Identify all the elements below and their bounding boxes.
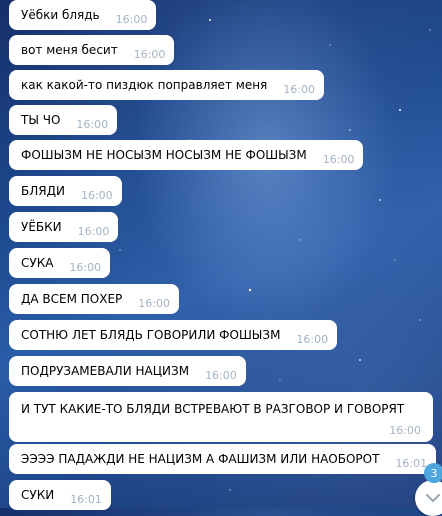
message-time: 16:00 <box>77 224 110 238</box>
message-text: СУКИ <box>21 488 55 502</box>
message-time: 16:00 <box>69 260 102 274</box>
chat-message-list[interactable]: Уёбки блядь 16:00 вот меня бесит 16:00 к… <box>0 0 442 510</box>
message-bubble[interactable]: СУКА 16:00 <box>9 248 111 278</box>
message-text: ПОДРУЗАМЕВАЛИ НАЦИЗМ <box>21 364 190 378</box>
message-text: Уёбки блядь <box>21 8 100 22</box>
message-bubble[interactable]: СУКИ 16:01 <box>9 480 111 510</box>
message-time: 16:00 <box>138 296 170 310</box>
message-text: ТЫ ЧО <box>21 113 61 127</box>
message-text: СОТНЮ ЛЕТ БЛЯДЬ ГОВОРИЛИ ФОШЫЗМ <box>21 328 281 342</box>
message-text: как какой-то пиздюк поправляет меня <box>21 78 268 92</box>
message-bubble[interactable]: Уёбки блядь 16:00 <box>9 0 157 30</box>
message-bubble[interactable]: ПОДРУЗАМЕВАЛИ НАЦИЗМ 16:00 <box>9 356 246 386</box>
chevron-down-icon <box>426 493 440 502</box>
message-text: УЁБКИ <box>21 220 62 234</box>
message-time: 16:01 <box>395 456 428 470</box>
message-time: 16:00 <box>133 47 166 61</box>
message-time: 16:00 <box>296 332 329 346</box>
message-text: ФОШЫЗМ НЕ НОСЫЗМ НОСЫЗМ НЕ ФОШЫЗМ <box>21 148 307 162</box>
scroll-to-bottom-button[interactable] <box>415 480 442 516</box>
message-time: 16:00 <box>322 152 355 166</box>
message-bubble[interactable]: ЭЭЭЭ ПАДАЖДИ НЕ НАЦИЗМ А ФАШИЗМ ИЛИ НАОБ… <box>9 444 437 474</box>
message-time: 16:01 <box>70 492 102 506</box>
message-text: И ТУТ КАКИЕ-ТО БЛЯДИ ВСТРЕВАЮТ В РАЗГОВО… <box>21 402 405 416</box>
message-time: 16:00 <box>389 424 421 437</box>
message-text: вот меня бесит <box>21 43 118 57</box>
message-text: СУКА <box>21 256 54 270</box>
message-time: 16:00 <box>283 82 315 96</box>
message-text: БЛЯДИ <box>21 184 65 198</box>
message-time: 16:00 <box>115 12 148 26</box>
message-bubble[interactable]: ТЫ ЧО 16:00 <box>9 105 118 135</box>
message-time: 16:00 <box>76 117 109 131</box>
message-bubble[interactable]: И ТУТ КАКИЕ-ТО БЛЯДИ ВСТРЕВАЮТ В РАЗГОВО… <box>9 392 433 442</box>
message-bubble[interactable]: как какой-то пиздюк поправляет меня 16:0… <box>9 70 324 100</box>
message-time: 16:00 <box>80 188 113 202</box>
message-text: ДА ВСЕМ ПОХЕР <box>21 292 123 306</box>
message-bubble[interactable]: БЛЯДИ 16:00 <box>9 176 122 206</box>
message-bubble[interactable]: ДА ВСЕМ ПОХЕР 16:00 <box>9 284 179 314</box>
message-bubble[interactable]: УЁБКИ 16:00 <box>9 212 119 242</box>
message-bubble[interactable]: ФОШЫЗМ НЕ НОСЫЗМ НОСЫЗМ НЕ ФОШЫЗМ 16:00 <box>9 140 364 170</box>
message-text: ЭЭЭЭ ПАДАЖДИ НЕ НАЦИЗМ А ФАШИЗМ ИЛИ НАОБ… <box>21 452 380 466</box>
message-time: 16:00 <box>205 368 237 382</box>
unread-count-badge: 3 <box>424 463 442 483</box>
message-bubble[interactable]: вот меня бесит 16:00 <box>9 35 175 65</box>
message-bubble[interactable]: СОТНЮ ЛЕТ БЛЯДЬ ГОВОРИЛИ ФОШЫЗМ 16:00 <box>9 320 338 350</box>
